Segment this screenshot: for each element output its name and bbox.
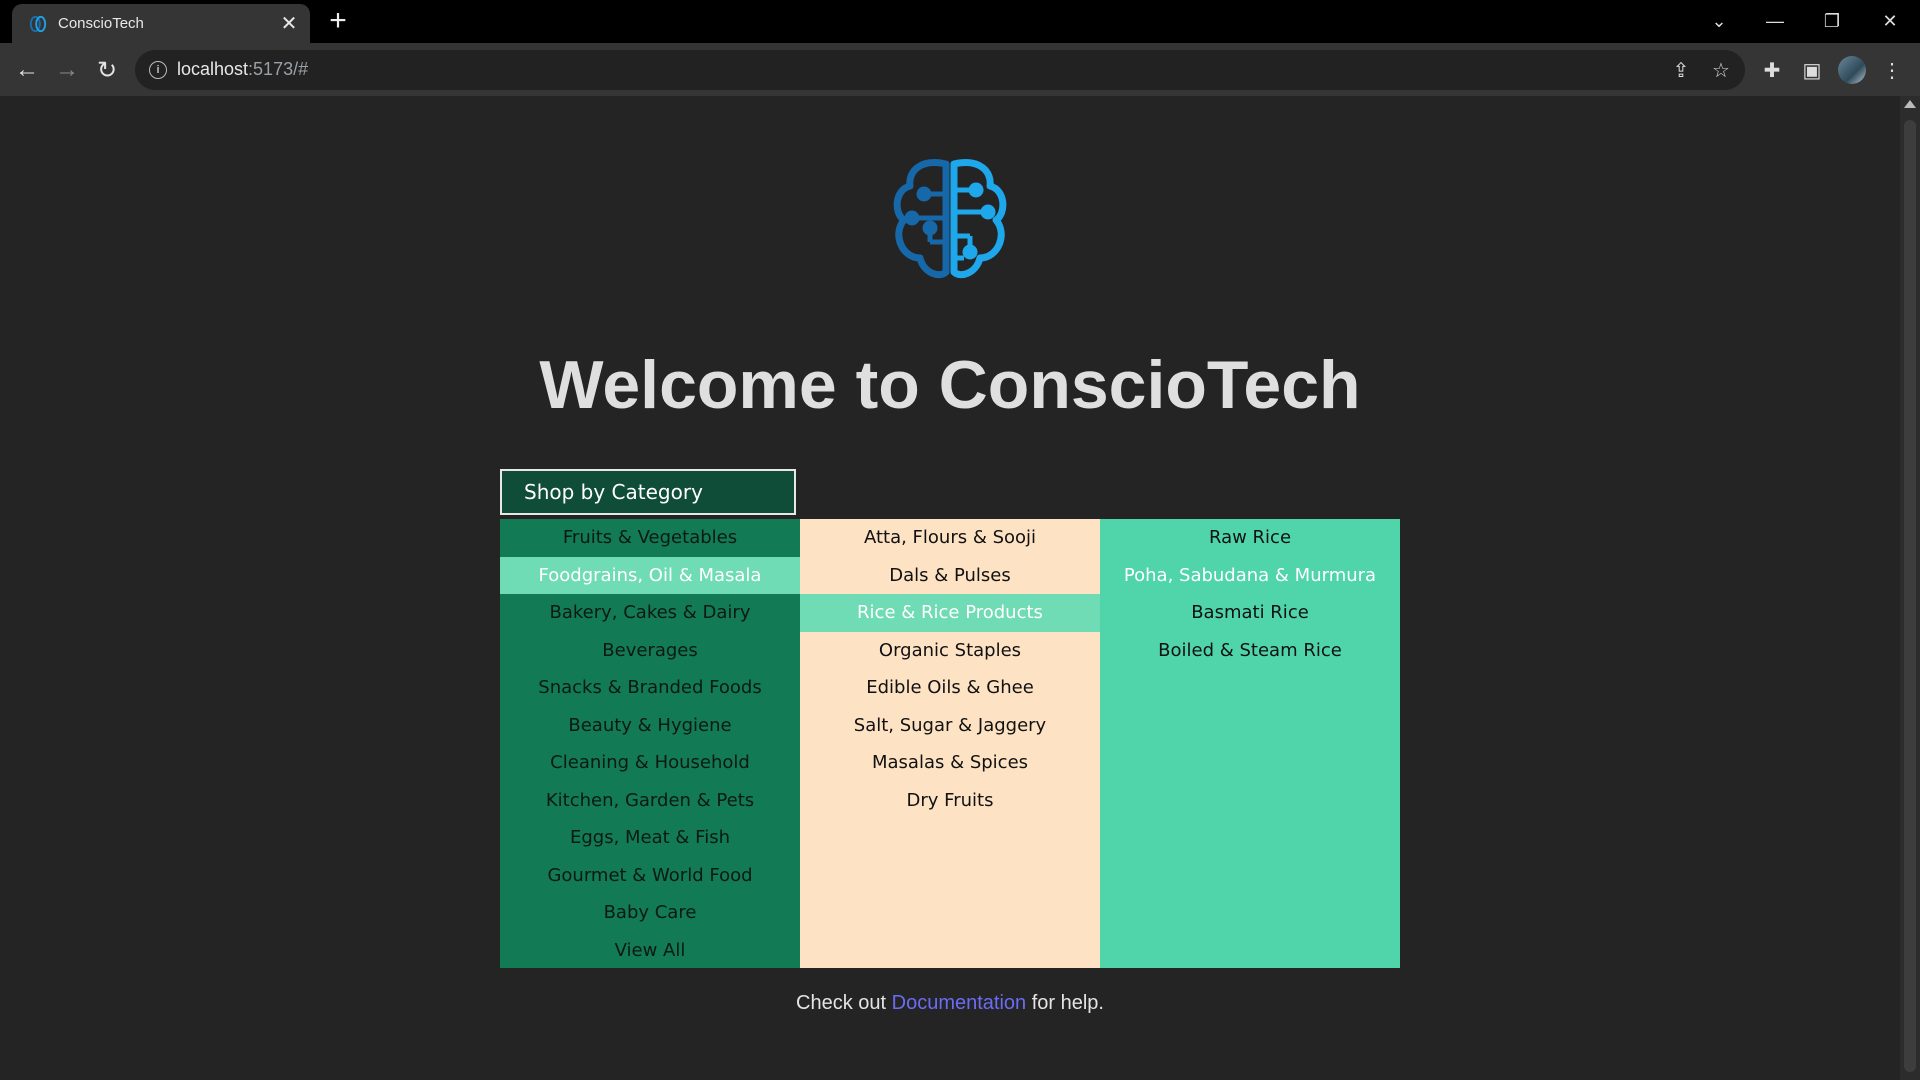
side-panel-icon[interactable]: ▣ [1796,54,1828,86]
page-viewport: Welcome to ConscioTech Shop by Category … [0,96,1900,1080]
url-host: localhost [177,59,249,79]
subcategory-item[interactable]: Edible Oils & Ghee [800,669,1100,707]
subcategory-item[interactable]: Atta, Flours & Sooji [800,519,1100,557]
bookmark-star-icon[interactable]: ☆ [1707,56,1735,84]
category-item[interactable]: Beauty & Hygiene [500,707,800,745]
view-all-link[interactable]: View All [500,932,800,970]
url-text[interactable]: localhost:5173/# [177,59,308,80]
category-item[interactable]: Eggs, Meat & Fish [500,819,800,857]
category-item[interactable]: Baby Care [500,894,800,932]
menu-kebab-icon[interactable]: ⋮ [1876,54,1908,86]
category-item[interactable]: Snacks & Branded Foods [500,669,800,707]
category-item[interactable]: Gourmet & World Food [500,857,800,895]
subcategory-column: Atta, Flours & Sooji Dals & Pulses Rice … [800,519,1100,968]
close-tab-icon[interactable]: ✕ [276,11,302,37]
footer-suffix: for help. [1026,992,1104,1014]
subcategory-item[interactable]: Organic Staples [800,632,1100,670]
subcategory-item[interactable]: Dals & Pulses [800,557,1100,595]
profile-avatar[interactable] [1838,56,1866,84]
product-item[interactable]: Basmati Rice [1100,594,1400,632]
browser-tab[interactable]: ConscioTech ✕ [12,4,310,43]
product-item[interactable]: Boiled & Steam Rice [1100,632,1400,670]
shop-by-category-button[interactable]: Shop by Category [500,469,796,515]
subcategory-item[interactable]: Salt, Sugar & Jaggery [800,707,1100,745]
back-icon[interactable]: ← [10,53,44,87]
subcategory-item-active[interactable]: Rice & Rice Products [800,594,1100,632]
footer-prefix: Check out [796,992,892,1014]
help-footer: Check out Documentation for help. [0,992,1900,1015]
tab-title: ConscioTech [58,15,144,32]
close-window-button[interactable]: ✕ [1868,6,1912,36]
minimize-button[interactable]: — [1753,6,1797,36]
scroll-thumb[interactable] [1904,120,1916,1072]
brain-favicon-icon [26,12,50,36]
category-item[interactable]: Fruits & Vegetables [500,519,800,557]
category-item[interactable]: Kitchen, Garden & Pets [500,782,800,820]
tab-bar: ConscioTech ✕ + ⌄ — ❐ ✕ [0,0,1920,43]
scroll-up-arrow-icon[interactable] [1904,100,1916,108]
category-item[interactable]: Bakery, Cakes & Dairy [500,594,800,632]
tab-search-icon[interactable]: ⌄ [1697,6,1741,36]
conscio-brain-logo [893,159,1007,279]
restore-button[interactable]: ❐ [1810,6,1854,36]
documentation-link[interactable]: Documentation [892,992,1027,1014]
page-title: Welcome to ConscioTech [539,347,1361,423]
share-icon[interactable]: ⇪ [1667,56,1695,84]
forward-icon[interactable]: → [50,53,84,87]
url-path: :5173/# [248,59,309,79]
extensions-puzzle-icon[interactable]: ✚ [1756,54,1788,86]
category-item[interactable]: Beverages [500,632,800,670]
product-item[interactable]: Raw Rice [1100,519,1400,557]
product-item-hovered[interactable]: Poha, Sabudana & Murmura [1100,557,1400,595]
new-tab-button[interactable]: + [322,6,354,38]
address-bar[interactable]: i localhost:5173/# ⇪ ☆ [135,50,1745,90]
browser-toolbar: ← → ↻ i localhost:5173/# ⇪ ☆ ✚ ▣ ⋮ [0,43,1920,96]
category-item[interactable]: Cleaning & Household [500,744,800,782]
subcategory-item[interactable]: Dry Fruits [800,782,1100,820]
category-item-active[interactable]: Foodgrains, Oil & Masala [500,556,800,594]
site-info-icon[interactable]: i [149,61,167,79]
product-column: Raw Rice Poha, Sabudana & Murmura Basmat… [1100,519,1400,968]
category-column: Fruits & Vegetables Foodgrains, Oil & Ma… [500,519,800,968]
vertical-scrollbar[interactable] [1900,96,1920,1080]
subcategory-item[interactable]: Masalas & Spices [800,744,1100,782]
reload-icon[interactable]: ↻ [90,53,124,87]
